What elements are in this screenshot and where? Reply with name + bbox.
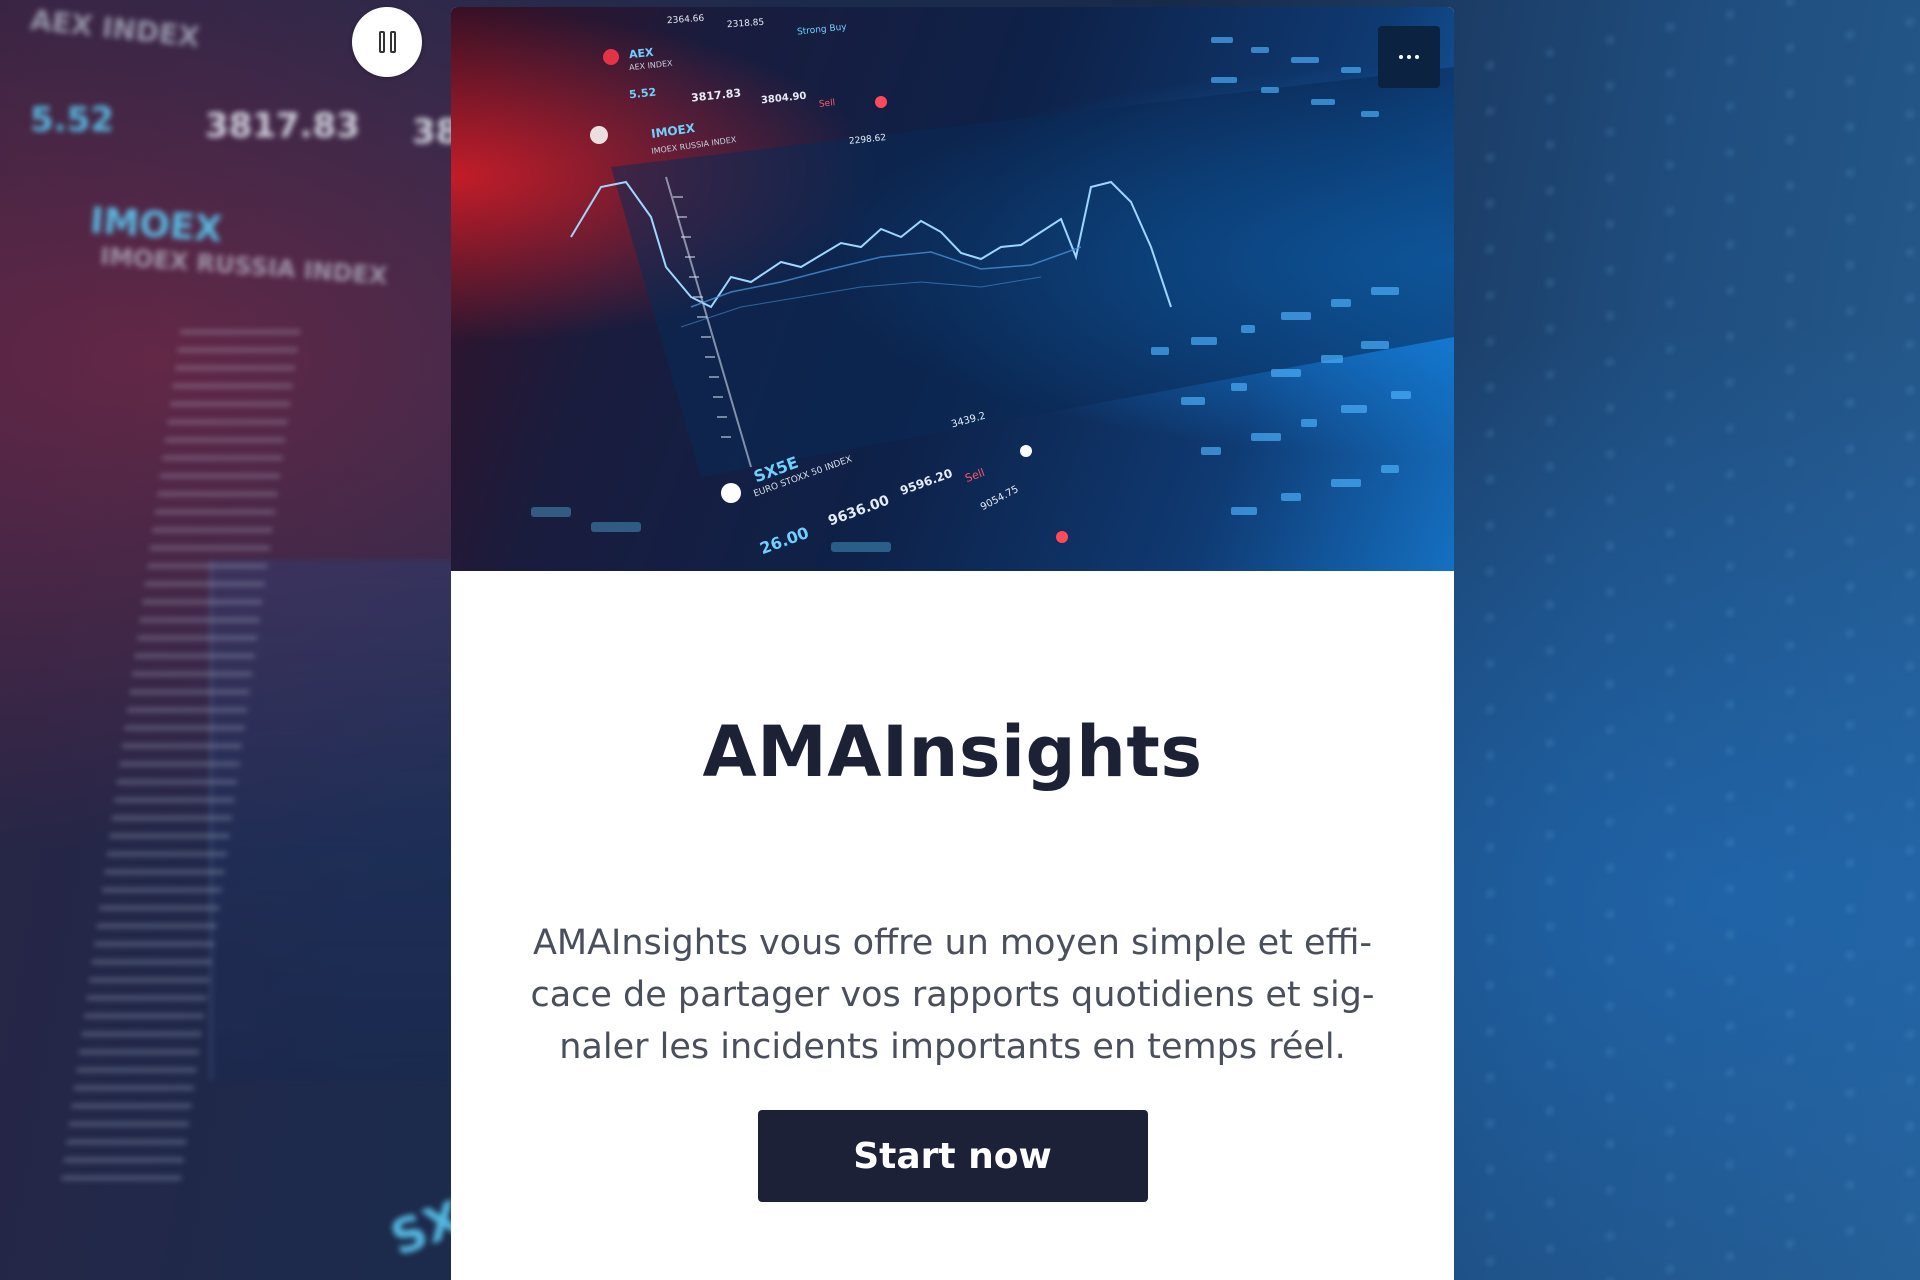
hero-image: AEX AEX INDEX IMOEX IMOEX RUSSIA INDEX S… bbox=[451, 7, 1454, 571]
card-content: AMAInsights AMAInsights vous offre un mo… bbox=[451, 571, 1454, 1202]
app-description-line: naler les incidents importants en temps … bbox=[559, 1027, 1346, 1067]
pause-button[interactable] bbox=[352, 7, 422, 77]
background-label: IMOEX RUSSIA INDEX bbox=[99, 242, 389, 290]
more-horizontal-icon-dot bbox=[1415, 55, 1419, 59]
app-description-line: cace de partager vos rapports quotidiens… bbox=[530, 975, 1375, 1015]
market-chart-illustration bbox=[531, 37, 1454, 552]
more-horizontal-icon-dot bbox=[1407, 55, 1411, 59]
start-now-button[interactable]: Start now bbox=[757, 1110, 1148, 1202]
more-horizontal-icon bbox=[1399, 55, 1403, 59]
app-description-line: AMAInsights vous offre un moyen simple e… bbox=[532, 923, 1373, 963]
app-description: AMAInsights vous offre un moyen simple e… bbox=[523, 917, 1383, 1073]
hero-ticker-signal: Sell bbox=[818, 98, 836, 110]
background-label: AEX INDEX bbox=[28, 3, 202, 54]
background-ticker-dots bbox=[1460, 0, 1920, 1280]
pause-icon bbox=[378, 31, 396, 53]
intro-card: AEX AEX INDEX IMOEX IMOEX RUSSIA INDEX S… bbox=[451, 7, 1454, 1280]
background-value: 5.52 bbox=[30, 100, 114, 140]
app-title: AMAInsights bbox=[702, 711, 1203, 793]
background-value: 3817.83 bbox=[205, 106, 360, 146]
app-screen: AEX INDEX 5.52 3817.83 380 IMOEX IMOEX R… bbox=[0, 0, 1920, 1280]
more-options-button[interactable] bbox=[1378, 26, 1440, 88]
hero-ticker-label: AEX bbox=[628, 45, 655, 62]
